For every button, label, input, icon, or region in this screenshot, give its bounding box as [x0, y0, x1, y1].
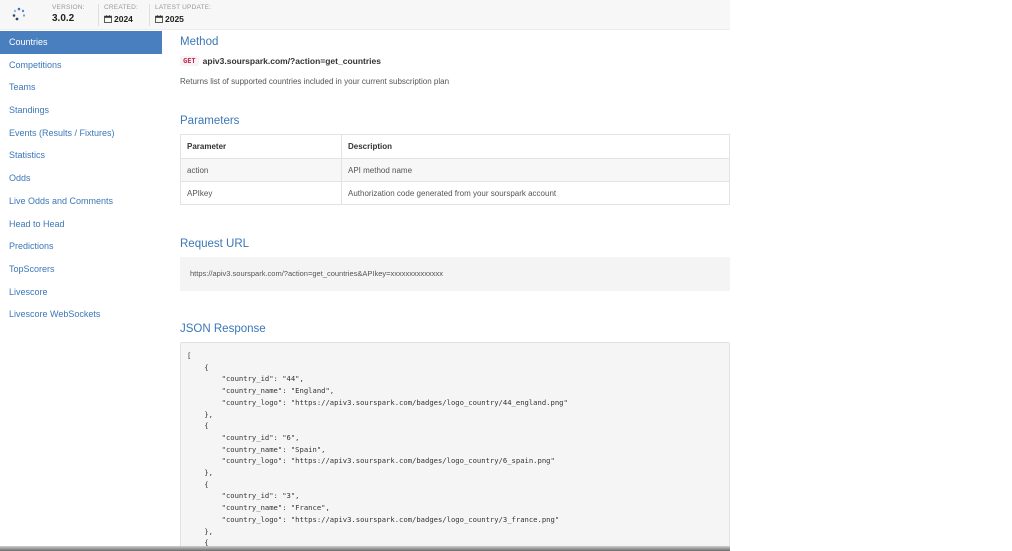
method-heading: Method	[180, 36, 219, 48]
sidebar-item-teams[interactable]: Teams	[0, 76, 162, 99]
request-url-box[interactable]: https://apiv3.sourspark.com/?action=get_…	[180, 257, 730, 291]
sidebar-item-events[interactable]: Events (Results / Fixtures)	[0, 122, 162, 145]
method-url: apiv3.sourspark.com/?action=get_countrie…	[202, 56, 381, 66]
sidebar-item-live-odds[interactable]: Live Odds and Comments	[0, 190, 162, 213]
parameters-heading: Parameters	[180, 115, 240, 127]
created-info: CREATED: 2024	[98, 4, 138, 26]
calendar-icon	[155, 15, 163, 23]
sidebar-item-countries[interactable]: Countries	[0, 31, 162, 54]
column-header-parameter: Parameter	[180, 134, 342, 159]
table-header-row: Parameter Description	[180, 134, 730, 159]
param-name: APIkey	[180, 181, 342, 205]
method-endpoint: GET apiv3.sourspark.com/?action=get_coun…	[180, 56, 381, 66]
spinner-logo-icon[interactable]	[12, 7, 26, 21]
sidebar-item-topscorers[interactable]: TopScorers	[0, 258, 162, 281]
sidebar-item-head-to-head[interactable]: Head to Head	[0, 213, 162, 236]
request-url-heading: Request URL	[180, 238, 250, 250]
table-row: APIkey Authorization code generated from…	[180, 181, 730, 205]
sidebar-item-predictions[interactable]: Predictions	[0, 235, 162, 258]
table-row: action API method name	[180, 158, 730, 182]
param-name: action	[180, 158, 342, 182]
json-code: [ { "country_id": "44", "country_name": …	[187, 351, 568, 548]
sidebar-item-statistics[interactable]: Statistics	[0, 144, 162, 167]
get-badge: GET	[180, 56, 199, 66]
parameters-table: Parameter Description action API method …	[180, 134, 730, 205]
param-description: Authorization code generated from your s…	[341, 181, 730, 205]
json-response-heading: JSON Response	[180, 323, 266, 335]
json-response-code-block[interactable]: [ { "country_id": "44", "country_name": …	[180, 342, 730, 551]
created-date: 2024	[104, 13, 138, 25]
version-value: 3.0.2	[52, 13, 75, 24]
main-content: Method GET apiv3.sourspark.com/?action=g…	[180, 0, 730, 551]
sidebar-item-standings[interactable]: Standings	[0, 99, 162, 122]
sidebar-nav: Countries Competitions Teams Standings E…	[0, 31, 162, 326]
created-value: 2024	[114, 14, 133, 24]
sidebar-item-livescore-websockets[interactable]: Livescore WebSockets	[0, 303, 162, 326]
version-info: VERSION: 3.0.2	[52, 4, 85, 26]
version-label: VERSION:	[52, 4, 85, 11]
sidebar-item-odds[interactable]: Odds	[0, 167, 162, 190]
sidebar-item-competitions[interactable]: Competitions	[0, 54, 162, 77]
method-description: Returns list of supported countries incl…	[180, 77, 450, 86]
calendar-icon	[104, 15, 112, 23]
param-description: API method name	[341, 158, 730, 182]
created-label: CREATED:	[104, 4, 138, 11]
column-header-description: Description	[341, 134, 730, 159]
sidebar-item-livescore[interactable]: Livescore	[0, 281, 162, 304]
window-bottom-edge	[0, 546, 730, 551]
